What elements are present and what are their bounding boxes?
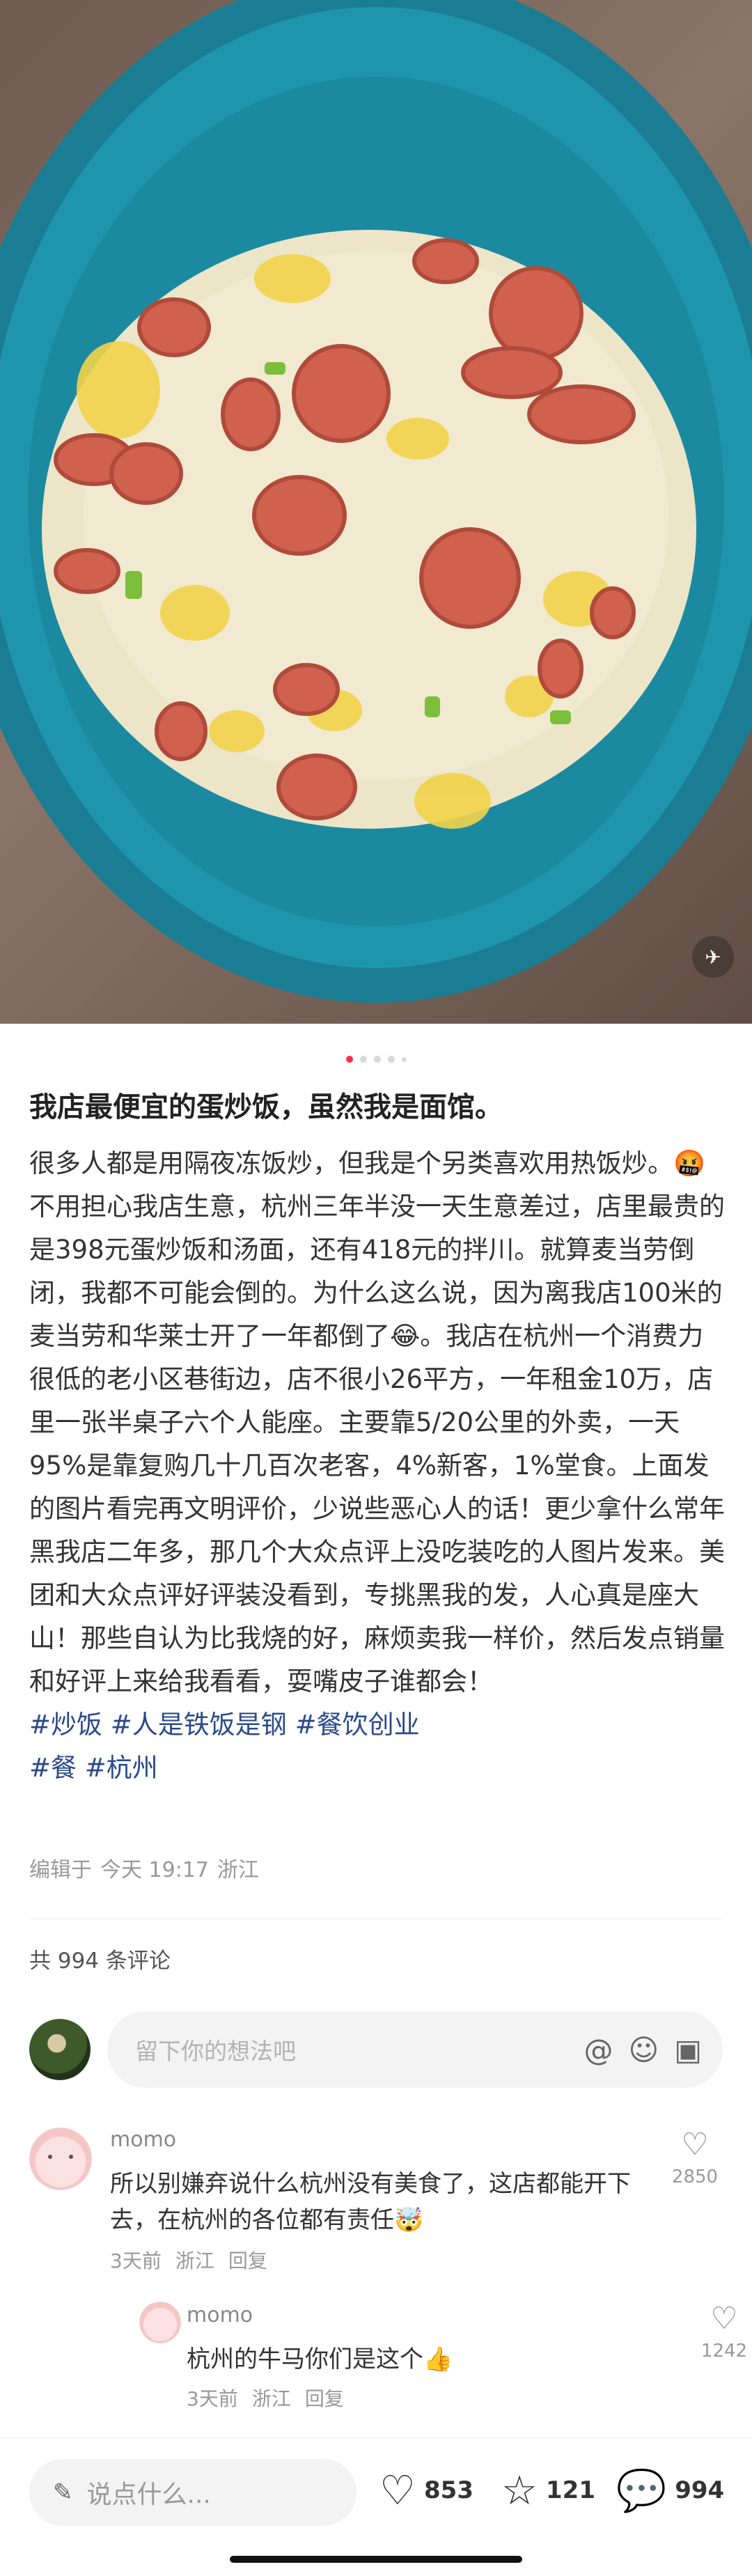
star-icon: ☆: [501, 2467, 538, 2514]
heart-icon: ♡: [681, 2127, 709, 2162]
comment-like-count: 2850: [671, 2167, 719, 2187]
like-button[interactable]: ♡ 853: [379, 2466, 473, 2515]
comment-meta: 3天前 浙江 回复: [110, 2246, 267, 2274]
reply-meta: 3天前 浙江 回复: [187, 2384, 344, 2412]
tag-link[interactable]: #餐饮创业: [295, 1710, 420, 1740]
avatar[interactable]: [29, 2019, 91, 2080]
reply-time: 3天前: [187, 2387, 238, 2410]
post-location: 浙江: [217, 1858, 259, 1882]
reply-item: momo 杭州的牛马你们是这个👍 3天前 浙江 回复 ♡ 1242: [139, 2302, 752, 2420]
reply-like-button[interactable]: ♡ 1242: [696, 2302, 752, 2362]
avatar[interactable]: [29, 2128, 92, 2190]
emoji-icon[interactable]: ☺: [629, 2033, 659, 2067]
post-time: 今天 19:17: [100, 1858, 209, 1882]
post-meta: 编辑于 今天 19:17 浙江: [29, 1852, 259, 1883]
comment-input-row: 留下你的想法吧 @ ☺ ▣: [29, 2011, 723, 2088]
pager-dot: [401, 1056, 407, 1062]
post-image[interactable]: ✈: [0, 0, 752, 1024]
favorite-button[interactable]: ☆ 121: [501, 2466, 595, 2515]
reply-button[interactable]: 回复: [228, 2246, 267, 2274]
pager-dot: [373, 1056, 381, 1063]
home-indicator[interactable]: [230, 2556, 522, 2563]
pen-icon: ✎: [53, 2479, 73, 2506]
comment-input-placeholder: 留下你的想法吧: [135, 2038, 296, 2065]
pager-dot-active: [345, 1056, 353, 1063]
comment-user[interactable]: momo: [110, 2128, 176, 2152]
tag-link[interactable]: #杭州: [85, 1753, 158, 1783]
post-body: 很多人都是用隔夜冻饭炒，但我是个另类喜欢用热饭炒。🤬 不用担心我店生意，杭州三年…: [29, 1142, 726, 1790]
tag-link[interactable]: #餐: [29, 1753, 77, 1783]
favorite-count: 121: [546, 2476, 595, 2504]
post-title: 我店最便宜的蛋炒饭，虽然我是面馆。: [29, 1091, 503, 1123]
reply-button[interactable]: 回复: [305, 2384, 344, 2412]
edited-label: 编辑于: [29, 1858, 92, 1882]
at-icon[interactable]: @: [584, 2033, 613, 2067]
post-body-text: 很多人都是用隔夜冻饭炒，但我是个另类喜欢用热饭炒。🤬 不用担心我店生意，杭州三年…: [29, 1148, 725, 1696]
comment-item: momo 所以别嫌弃说什么杭州没有美食了，这店都能开下去，在杭州的各位都有责任🤯…: [29, 2127, 747, 2420]
image-icon[interactable]: ▣: [674, 2033, 702, 2067]
comment-location: 浙江: [175, 2249, 214, 2272]
sticker-icon[interactable]: ✈: [692, 936, 734, 978]
tag-link[interactable]: #炒饭: [29, 1710, 102, 1740]
pager-dot: [387, 1056, 395, 1063]
say-input[interactable]: ✎ 说点什么...: [29, 2459, 357, 2526]
heart-icon: ♡: [379, 2467, 416, 2514]
fried-rice-photo: [0, 0, 752, 1003]
comment-input[interactable]: 留下你的想法吧 @ ☺ ▣: [107, 2011, 723, 2088]
heart-icon: ♡: [710, 2301, 738, 2336]
comment-count: 共 994 条评论: [29, 1949, 171, 1974]
reply-location: 浙江: [251, 2387, 291, 2410]
comment-like-button[interactable]: ♡ 2850: [667, 2127, 723, 2188]
comment-total: 994: [675, 2476, 725, 2504]
comment-time: 3天前: [110, 2249, 162, 2272]
comment-text: 所以别嫌弃说什么杭州没有美食了，这店都能开下去，在杭州的各位都有责任🤯: [110, 2170, 631, 2234]
tag-link[interactable]: #人是铁饭是钢: [111, 1710, 287, 1740]
image-pager: [0, 1055, 752, 1063]
reply-like-count: 1242: [700, 2341, 748, 2362]
comment-icon: 💬: [616, 2467, 667, 2514]
avatar[interactable]: [139, 2302, 181, 2343]
reply-user[interactable]: momo: [187, 2303, 253, 2327]
say-placeholder: 说点什么...: [86, 2481, 211, 2509]
comment-button[interactable]: 💬 994: [616, 2466, 724, 2515]
reply-text: 杭州的牛马你们是这个👍: [187, 2345, 453, 2373]
pager-dot: [359, 1056, 367, 1063]
like-count: 853: [424, 2476, 473, 2504]
